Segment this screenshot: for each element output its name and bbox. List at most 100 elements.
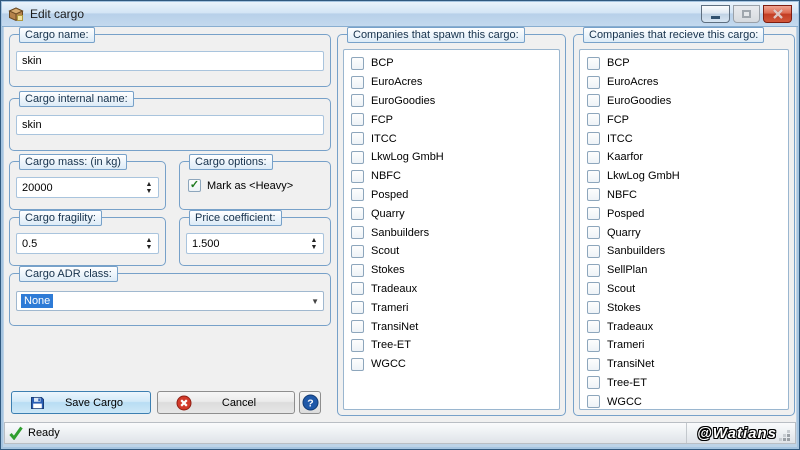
company-row[interactable]: EuroAcres — [587, 73, 788, 92]
company-row[interactable]: ITCC — [351, 129, 559, 148]
company-checkbox[interactable] — [351, 282, 364, 295]
receive-companies-list[interactable]: BCP EuroAcres EuroGoodies FCP — [579, 49, 789, 410]
company-checkbox[interactable] — [351, 94, 364, 107]
company-checkbox[interactable] — [351, 358, 364, 371]
company-row[interactable]: WGCC — [587, 392, 788, 410]
company-checkbox[interactable] — [587, 301, 600, 314]
help-button[interactable]: ? — [299, 391, 321, 414]
company-checkbox[interactable] — [587, 188, 600, 201]
company-row[interactable]: NBFC — [351, 167, 559, 186]
company-checkbox[interactable] — [351, 57, 364, 70]
company-checkbox[interactable] — [587, 57, 600, 70]
spin-up-icon[interactable]: ▲ — [308, 237, 320, 244]
company-row[interactable]: NBFC — [587, 186, 788, 205]
cargo-internal-name-group: Cargo internal name: — [9, 98, 331, 151]
company-row[interactable]: BCP — [351, 54, 559, 73]
company-label: Posped — [371, 189, 408, 201]
company-row[interactable]: WGCC — [351, 355, 559, 374]
company-row[interactable]: TransiNet — [587, 355, 788, 374]
company-checkbox[interactable] — [587, 151, 600, 164]
company-checkbox[interactable] — [587, 395, 600, 408]
company-checkbox[interactable] — [587, 245, 600, 258]
company-row[interactable]: Sanbuilders — [351, 223, 559, 242]
company-checkbox[interactable] — [351, 170, 364, 183]
company-row[interactable]: SellPlan — [587, 261, 788, 280]
company-row[interactable]: LkwLog GmbH — [351, 148, 559, 167]
cargo-adr-group: Cargo ADR class: None ▼ — [9, 273, 331, 326]
company-checkbox[interactable] — [351, 132, 364, 145]
resize-grip[interactable] — [787, 438, 790, 441]
company-checkbox[interactable] — [587, 94, 600, 107]
spawn-companies-list[interactable]: BCP EuroAcres EuroGoodies FCP — [343, 49, 560, 410]
company-row[interactable]: Stokes — [351, 261, 559, 280]
company-row[interactable]: Tradeaux — [351, 280, 559, 299]
company-checkbox[interactable] — [587, 113, 600, 126]
company-row[interactable]: Posped — [587, 204, 788, 223]
company-checkbox[interactable] — [351, 207, 364, 220]
company-label: FCP — [371, 114, 393, 126]
company-checkbox[interactable] — [587, 264, 600, 277]
company-row[interactable]: TransiNet — [351, 317, 559, 336]
company-row[interactable]: Sanbuilders — [587, 242, 788, 261]
price-coefficient-input[interactable] — [186, 233, 324, 254]
company-checkbox[interactable] — [587, 358, 600, 371]
company-checkbox[interactable] — [587, 226, 600, 239]
titlebar[interactable]: Edit cargo — [2, 2, 798, 27]
company-row[interactable]: FCP — [351, 110, 559, 129]
company-checkbox[interactable] — [587, 170, 600, 183]
cancel-button[interactable]: Cancel — [157, 391, 295, 414]
company-row[interactable]: Trameri — [587, 336, 788, 355]
company-checkbox[interactable] — [351, 264, 364, 277]
spin-up-icon[interactable]: ▲ — [143, 181, 155, 188]
company-checkbox[interactable] — [587, 376, 600, 389]
company-checkbox[interactable] — [587, 339, 600, 352]
company-checkbox[interactable] — [587, 76, 600, 89]
company-row[interactable]: Scout — [587, 280, 788, 299]
company-row[interactable]: Quarry — [587, 223, 788, 242]
company-row[interactable]: Stokes — [587, 298, 788, 317]
save-cargo-button[interactable]: Save Cargo — [11, 391, 151, 414]
company-checkbox[interactable] — [351, 226, 364, 239]
cargo-name-input[interactable] — [16, 51, 324, 71]
company-checkbox[interactable] — [351, 76, 364, 89]
company-checkbox[interactable] — [351, 188, 364, 201]
cargo-mass-input[interactable] — [16, 177, 159, 198]
company-checkbox[interactable] — [351, 113, 364, 126]
adr-class-select[interactable]: None ▼ — [16, 291, 324, 311]
close-button[interactable] — [763, 5, 792, 23]
company-checkbox[interactable] — [351, 151, 364, 164]
cargo-fragility-input[interactable] — [16, 233, 159, 254]
spin-up-icon[interactable]: ▲ — [143, 237, 155, 244]
company-row[interactable]: EuroGoodies — [587, 92, 788, 111]
company-row[interactable]: Posped — [351, 186, 559, 205]
company-checkbox[interactable] — [351, 320, 364, 333]
company-row[interactable]: FCP — [587, 110, 788, 129]
company-row[interactable]: Tradeaux — [587, 317, 788, 336]
company-row[interactable]: LkwLog GmbH — [587, 167, 788, 186]
company-row[interactable]: Tree-ET — [587, 374, 788, 393]
company-row[interactable]: Kaarfor — [587, 148, 788, 167]
mark-heavy-option[interactable]: ✓ Mark as <Heavy> — [188, 179, 293, 192]
spin-down-icon[interactable]: ▼ — [143, 188, 155, 195]
chevron-down-icon[interactable]: ▼ — [311, 297, 319, 306]
company-checkbox[interactable] — [587, 320, 600, 333]
minimize-button[interactable] — [701, 5, 730, 23]
company-row[interactable]: Trameri — [351, 298, 559, 317]
company-checkbox[interactable] — [351, 245, 364, 258]
company-checkbox[interactable] — [351, 301, 364, 314]
company-row[interactable]: ITCC — [587, 129, 788, 148]
spin-down-icon[interactable]: ▼ — [143, 244, 155, 251]
company-row[interactable]: Scout — [351, 242, 559, 261]
company-row[interactable]: EuroAcres — [351, 73, 559, 92]
company-checkbox[interactable] — [587, 282, 600, 295]
company-checkbox[interactable] — [351, 339, 364, 352]
cargo-internal-name-input[interactable] — [16, 115, 324, 135]
company-row[interactable]: BCP — [587, 54, 788, 73]
spin-down-icon[interactable]: ▼ — [308, 244, 320, 251]
company-row[interactable]: Tree-ET — [351, 336, 559, 355]
company-checkbox[interactable] — [587, 132, 600, 145]
company-row[interactable]: Quarry — [351, 204, 559, 223]
mark-heavy-checkbox[interactable]: ✓ — [188, 179, 201, 192]
company-checkbox[interactable] — [587, 207, 600, 220]
company-row[interactable]: EuroGoodies — [351, 92, 559, 111]
